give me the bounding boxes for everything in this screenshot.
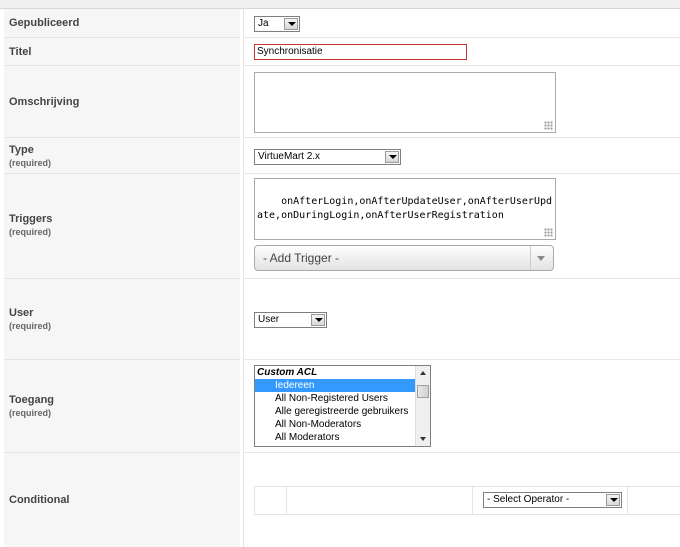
chevron-down-icon[interactable] bbox=[311, 314, 325, 326]
title-input[interactable]: Synchronisatie bbox=[254, 44, 467, 60]
chevron-down-icon[interactable] bbox=[606, 494, 620, 506]
row-user: User (required) User bbox=[0, 279, 680, 360]
cell-divider bbox=[472, 487, 473, 514]
cell-divider bbox=[627, 487, 628, 514]
user-label: User bbox=[9, 307, 34, 319]
operator-value: - Select Operator - bbox=[487, 494, 570, 505]
description-textarea[interactable] bbox=[254, 72, 556, 133]
resize-grip-icon[interactable] bbox=[544, 121, 553, 130]
access-listbox[interactable]: Custom ACL Iedereen All Non-Registered U… bbox=[254, 365, 431, 447]
row-published: Gepubliceerd Ja bbox=[0, 9, 680, 38]
row-type: Type (required) VirtueMart 2.x bbox=[0, 138, 680, 174]
chevron-down-icon[interactable] bbox=[537, 256, 545, 261]
cell-divider bbox=[286, 487, 287, 514]
label-cell: Gepubliceerd bbox=[4, 9, 240, 38]
field-cell bbox=[244, 9, 680, 38]
user-select[interactable]: User bbox=[254, 312, 327, 328]
triggers-label: Triggers bbox=[9, 213, 53, 225]
access-option[interactable]: All Moderators bbox=[255, 431, 430, 444]
row-description: Omschrijving bbox=[0, 66, 680, 138]
label-cell: Omschrijving bbox=[4, 66, 240, 138]
chevron-down-icon[interactable] bbox=[284, 18, 298, 30]
add-trigger-dropdown[interactable]: - Add Trigger - bbox=[254, 245, 554, 271]
required-note: (required) bbox=[9, 408, 52, 418]
dropdown-divider bbox=[530, 246, 531, 270]
conditional-label: Conditional bbox=[9, 494, 70, 506]
published-select[interactable]: Ja bbox=[254, 16, 300, 32]
title-value: Synchronisatie bbox=[257, 46, 323, 57]
scroll-thumb[interactable] bbox=[417, 385, 429, 398]
access-option[interactable]: Iedereen bbox=[255, 379, 430, 392]
top-bar bbox=[0, 0, 680, 9]
listbox-scrollbar[interactable] bbox=[415, 366, 430, 446]
resize-grip-icon[interactable] bbox=[544, 228, 553, 237]
scroll-up-icon[interactable] bbox=[416, 366, 430, 380]
label-cell: Type (required) bbox=[4, 138, 240, 174]
access-option[interactable]: All Non-Registered Users bbox=[255, 392, 430, 405]
required-note: (required) bbox=[9, 321, 52, 331]
label-cell: User (required) bbox=[4, 279, 240, 360]
label-cell: Triggers (required) bbox=[4, 174, 240, 279]
required-note: (required) bbox=[9, 227, 52, 237]
operator-select[interactable]: - Select Operator - bbox=[483, 492, 622, 508]
type-select[interactable]: VirtueMart 2.x bbox=[254, 149, 401, 165]
row-triggers: Triggers (required) onAfterLogin,onAfter… bbox=[0, 174, 680, 279]
title-label: Titel bbox=[9, 46, 32, 58]
triggers-textarea[interactable]: onAfterLogin,onAfterUpdateUser,onAfterUs… bbox=[254, 178, 556, 240]
chevron-down-icon[interactable] bbox=[385, 151, 399, 163]
access-label: Toegang bbox=[9, 394, 55, 406]
scroll-down-icon[interactable] bbox=[416, 432, 430, 446]
cell-divider bbox=[254, 487, 255, 514]
label-cell: Conditional bbox=[4, 453, 240, 547]
type-value: VirtueMart 2.x bbox=[258, 151, 321, 162]
required-note: (required) bbox=[9, 158, 52, 168]
access-option[interactable]: Alle geregistreerde gebruikers bbox=[255, 405, 430, 418]
user-value: User bbox=[258, 314, 280, 325]
type-label: Type bbox=[9, 144, 34, 156]
label-cell: Toegang (required) bbox=[4, 360, 240, 453]
access-option[interactable]: All Non-Moderators bbox=[255, 418, 430, 431]
optgroup-label: Custom ACL bbox=[257, 367, 318, 378]
published-label: Gepubliceerd bbox=[9, 17, 80, 29]
published-value: Ja bbox=[258, 18, 269, 29]
label-cell: Titel bbox=[4, 38, 240, 66]
add-trigger-placeholder: - Add Trigger - bbox=[263, 251, 340, 265]
triggers-value: onAfterLogin,onAfterUpdateUser,onAfterUs… bbox=[257, 196, 553, 221]
row-access: Toegang (required) Custom ACL Iedereen A… bbox=[0, 360, 680, 453]
description-label: Omschrijving bbox=[9, 96, 80, 108]
row-title: Titel Synchronisatie bbox=[0, 38, 680, 66]
